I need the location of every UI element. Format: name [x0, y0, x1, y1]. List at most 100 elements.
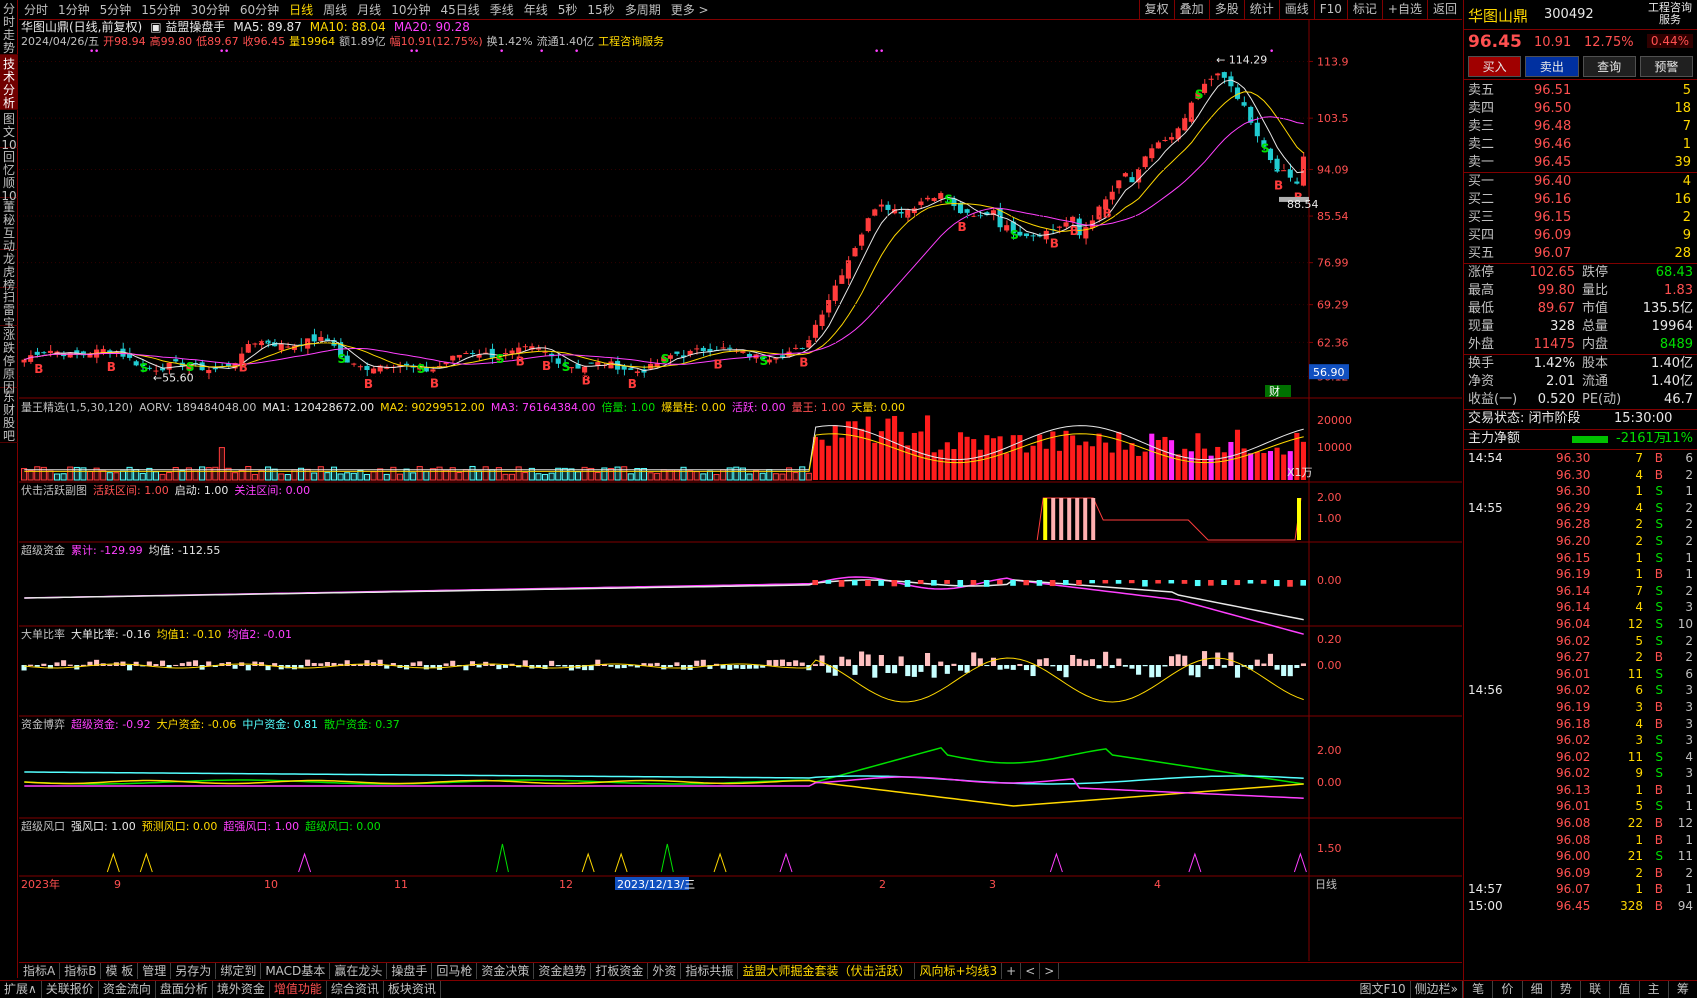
- indicator-tab-1[interactable]: 指标B: [60, 963, 102, 979]
- top-button-8[interactable]: 返回: [1426, 0, 1462, 20]
- volume-bar: [918, 431, 924, 480]
- function-tab-6[interactable]: 综合资讯: [327, 981, 384, 998]
- left-nav-8[interactable]: 东财股吧: [0, 388, 18, 443]
- kline-chart-area[interactable]: BBSSBSBSBSBBSBBSBSBSBSBBBSSBB113.9103.59…: [19, 20, 1462, 961]
- period-tab-16[interactable]: 更多 >: [666, 1, 714, 18]
- sell-button[interactable]: 卖出: [1525, 56, 1579, 77]
- volume-bar: [905, 445, 911, 480]
- period-tab-11[interactable]: 季线: [485, 1, 519, 18]
- period-tab-5[interactable]: 60分钟: [235, 1, 284, 18]
- sector-badge[interactable]: 工程咨询服务: [1647, 2, 1693, 26]
- top-button-2[interactable]: 多股: [1208, 0, 1244, 20]
- left-nav-0[interactable]: 分时走势: [0, 0, 18, 55]
- indicator-tab-15[interactable]: 益盟大师掘金套装（伏击活跃）: [738, 963, 916, 979]
- left-nav-6[interactable]: 扫雷宝: [0, 288, 18, 330]
- indicator-tab-4[interactable]: 另存为: [171, 963, 217, 979]
- top-button-1[interactable]: 叠加: [1173, 0, 1209, 20]
- candle: [1063, 222, 1069, 227]
- function-tab-7[interactable]: 板块资讯: [384, 981, 441, 998]
- right-tab-0[interactable]: 笔: [1464, 981, 1494, 998]
- period-tab-15[interactable]: 多周期: [620, 1, 666, 18]
- bigorder-bar: [34, 665, 40, 667]
- function-tab-4[interactable]: 境外资金: [213, 981, 270, 998]
- tick-price: 96.30: [1556, 451, 1591, 465]
- tick-side: B: [1654, 467, 1663, 482]
- right-tab-4[interactable]: 联: [1581, 981, 1611, 998]
- period-tab-7[interactable]: 周线: [318, 1, 352, 18]
- period-tab-14[interactable]: 15秒: [582, 1, 619, 18]
- indicator-tab-10[interactable]: 资金决策: [477, 963, 535, 979]
- right-tab-2[interactable]: 细: [1523, 981, 1552, 998]
- indicator-tab-6[interactable]: MACD基本: [261, 963, 331, 979]
- indicator-tab-3[interactable]: 管理: [138, 963, 172, 979]
- indicator-tab-2[interactable]: 模 板: [101, 963, 139, 979]
- candle: [1254, 122, 1260, 137]
- bottom-right-link-0[interactable]: 图文F10: [1355, 981, 1411, 998]
- tick-count: 1: [1685, 799, 1693, 814]
- bigorder-axis-label: 0.00: [1317, 659, 1342, 672]
- wind-spike: [779, 852, 793, 873]
- indicator-tab-11[interactable]: 资金趋势: [534, 963, 592, 979]
- period-tab-3[interactable]: 15分钟: [136, 1, 185, 18]
- indicator-tab-0[interactable]: 指标A: [19, 963, 61, 979]
- function-tab-1[interactable]: 关联报价: [42, 981, 99, 998]
- top-button-7[interactable]: +自选: [1381, 0, 1427, 20]
- right-tab-1[interactable]: 价: [1493, 981, 1523, 998]
- top-button-6[interactable]: 标记: [1346, 0, 1382, 20]
- function-tab-2[interactable]: 资金流向: [99, 981, 156, 998]
- indicator-tab-17[interactable]: +: [1002, 963, 1022, 979]
- top-button-4[interactable]: 画线: [1278, 0, 1314, 20]
- tick-count: 3: [1685, 733, 1693, 748]
- period-tab-2[interactable]: 5分钟: [95, 1, 137, 18]
- left-nav-5[interactable]: 龙虎榜: [0, 250, 18, 292]
- candle: [924, 197, 931, 200]
- top-button-3[interactable]: 统计: [1243, 0, 1279, 20]
- alert-button[interactable]: 预警: [1639, 56, 1693, 77]
- top-button-5[interactable]: F10: [1313, 0, 1347, 20]
- tick-volume: 5: [1635, 633, 1643, 648]
- indicator-tab-7[interactable]: 赢在龙头: [330, 963, 388, 979]
- top-button-0[interactable]: 复权: [1138, 0, 1174, 20]
- super-flow-bar: [1036, 580, 1043, 586]
- indicator-tab-13[interactable]: 外资: [648, 963, 682, 979]
- right-tab-3[interactable]: 势: [1552, 981, 1581, 998]
- tick-price: 96.07: [1556, 882, 1591, 897]
- indicator-tab-18[interactable]: <: [1021, 963, 1041, 979]
- indicator-tab-16[interactable]: 风向标+均线3: [915, 963, 1003, 979]
- period-tab-6[interactable]: 日线: [284, 1, 318, 18]
- volume-bar: [621, 466, 628, 481]
- indicator-tab-14[interactable]: 指标共振: [681, 963, 739, 979]
- right-tab-6[interactable]: 主: [1640, 981, 1669, 998]
- indicator-tab-12[interactable]: 打板资金: [591, 963, 649, 979]
- period-tab-8[interactable]: 月线: [352, 1, 386, 18]
- stat-label: 收益(一): [1468, 392, 1518, 407]
- indicator-tab-9[interactable]: 回马枪: [432, 963, 478, 979]
- left-nav-3[interactable]: 回忆顺10: [0, 148, 18, 203]
- tick-list[interactable]: 14:54 96.30 7 B 6 96.30 4 B 2 96.30 1 S 1 14:55 96.29 4…: [1464, 450, 1697, 915]
- function-tab-0[interactable]: 扩展∧: [0, 981, 42, 998]
- query-button[interactable]: 查询: [1582, 56, 1636, 77]
- period-tab-10[interactable]: 45日线: [435, 1, 484, 18]
- period-tab-9[interactable]: 10分钟: [386, 1, 435, 18]
- left-nav-4[interactable]: 董秘互动: [0, 198, 18, 253]
- volume-bar: [212, 466, 219, 481]
- period-tab-13[interactable]: 5秒: [553, 1, 583, 18]
- indicator-tab-5[interactable]: 绑定到: [216, 963, 262, 979]
- function-tab-3[interactable]: 盘面分析: [156, 981, 213, 998]
- buy-button[interactable]: 买入: [1468, 56, 1522, 77]
- right-tab-7[interactable]: 筹: [1669, 981, 1697, 998]
- period-tab-4[interactable]: 30分钟: [186, 1, 235, 18]
- bottom-right-link-1[interactable]: 侧边栏»: [1411, 981, 1463, 998]
- right-tab-5[interactable]: 值: [1610, 981, 1640, 998]
- left-nav-1[interactable]: 技术分析: [0, 55, 18, 110]
- period-tab-0[interactable]: 分时: [19, 1, 53, 18]
- indicator-tab-8[interactable]: 操盘手: [387, 963, 433, 979]
- signal-sell: S: [760, 354, 769, 368]
- bigorder-bar: [1188, 665, 1194, 676]
- function-tab-5[interactable]: 增值功能: [270, 981, 327, 998]
- left-nav-7[interactable]: 涨跌停原因: [0, 326, 18, 394]
- period-tab-1[interactable]: 1分钟: [53, 1, 95, 18]
- indicator-tab-19[interactable]: >: [1040, 963, 1060, 979]
- period-tab-12[interactable]: 年线: [519, 1, 553, 18]
- left-nav-2[interactable]: 图文10: [0, 110, 18, 152]
